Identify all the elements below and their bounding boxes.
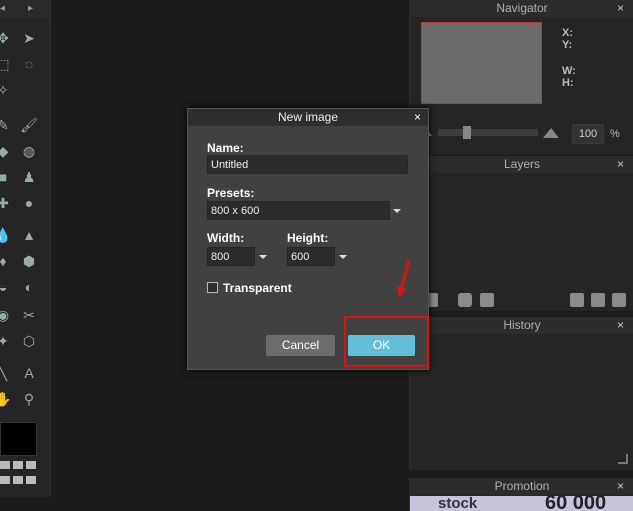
shape-tool-icon[interactable]: ⬡	[20, 332, 38, 350]
zoom-input[interactable]: 100	[572, 124, 604, 144]
dialog-close-icon[interactable]: ×	[414, 109, 421, 126]
promotion-close-icon[interactable]: ×	[617, 478, 624, 495]
highlight-box	[344, 316, 429, 367]
mode-icon[interactable]	[0, 476, 10, 484]
dodge-tool-icon[interactable]: ◒	[0, 278, 12, 296]
line-tool-icon[interactable]: ╲	[0, 364, 12, 382]
transparent-label: Transparent	[223, 281, 292, 295]
brush-tool-icon[interactable]: 🖌	[20, 116, 38, 134]
blur-tool-icon[interactable]: 💧	[0, 226, 12, 244]
presets-dropdown-icon[interactable]	[393, 209, 401, 213]
promotion-banner[interactable]: stock 60 000	[410, 496, 633, 511]
lasso-tool-icon[interactable]: ◌	[20, 55, 38, 73]
mode-icon[interactable]	[0, 461, 10, 469]
delete-layer-icon[interactable]	[591, 293, 605, 307]
colorize-tool-icon[interactable]: ◉	[0, 306, 12, 324]
drawing-tool-icon[interactable]: ✦	[0, 332, 12, 350]
resize-grip-icon[interactable]	[618, 454, 628, 464]
zoom-slider-thumb[interactable]	[463, 126, 471, 139]
mode-icon[interactable]	[26, 476, 36, 484]
nav-y-label: Y:	[562, 39, 573, 51]
transparent-checkbox[interactable]	[207, 282, 218, 293]
burn-tool-icon[interactable]: ◐	[20, 278, 38, 296]
width-label: Width:	[207, 231, 245, 245]
nav-w-label: W:	[562, 65, 576, 77]
liquify-tool-icon[interactable]: ✂	[20, 306, 38, 324]
history-panel: History ×	[409, 317, 633, 470]
layers-title: Layers	[503, 157, 541, 171]
collapse-left-icon[interactable]: ◂	[0, 3, 5, 14]
zoom-slider[interactable]	[438, 129, 538, 136]
hand-tool-icon[interactable]: ✋	[0, 390, 12, 408]
pencil-tool-icon[interactable]: ✎	[0, 116, 12, 134]
sharpen-tool-icon[interactable]: ▲	[20, 226, 38, 244]
annotation-arrow-icon	[397, 259, 411, 298]
zoom-in-icon[interactable]	[543, 128, 559, 138]
stamp-tool-icon[interactable]: ♟	[20, 168, 38, 186]
nav-x-label: X:	[562, 27, 573, 39]
layers-panel: Layers ×	[409, 156, 633, 311]
navigator-preview[interactable]	[421, 22, 542, 104]
width-dropdown-icon[interactable]	[259, 255, 267, 259]
width-input[interactable]: 800	[207, 247, 255, 266]
layers-close-icon[interactable]: ×	[617, 156, 624, 173]
navigator-title: Navigator	[496, 1, 548, 15]
navigator-header: Navigator ×	[410, 0, 633, 17]
navigator-panel: Navigator × X: Y: W: H: 100 %	[409, 0, 633, 155]
promotion-brand: stock	[438, 496, 478, 511]
marquee-tool-icon[interactable]: ⬚	[0, 55, 12, 73]
nav-h-label: H:	[562, 77, 574, 89]
smudge-tool-icon[interactable]: ♦	[0, 252, 12, 270]
height-dropdown-icon[interactable]	[339, 255, 347, 259]
height-label: Height:	[287, 231, 329, 245]
zoom-tool-icon[interactable]: ⚲	[20, 390, 38, 408]
promotion-number: 60 000	[545, 496, 607, 511]
mode-icon[interactable]	[13, 461, 23, 469]
sponge-tool-icon[interactable]: ●	[20, 194, 38, 212]
eraser-tool-icon[interactable]: ◆	[0, 142, 12, 160]
new-layer-icon[interactable]	[570, 293, 584, 307]
name-input[interactable]: Untitled	[207, 155, 408, 174]
pointer-tool-icon[interactable]: ➤	[20, 29, 38, 47]
name-label: Name:	[207, 141, 244, 155]
navigator-close-icon[interactable]: ×	[617, 0, 624, 17]
magic-wand-icon[interactable]: ✧	[0, 81, 12, 99]
collapse-right-icon[interactable]: ▸	[28, 3, 33, 14]
dialog-title: New image	[188, 109, 428, 126]
layer-effects-icon[interactable]	[480, 293, 494, 307]
promotion-title: Promotion	[494, 479, 550, 493]
bucket-tool-icon[interactable]: ◍	[20, 142, 38, 160]
presets-label: Presets:	[207, 186, 255, 200]
history-header: History ×	[410, 317, 633, 334]
layers-header: Layers ×	[410, 156, 633, 173]
color-swatch[interactable]	[0, 422, 37, 456]
heal-tool-icon[interactable]: ✚	[0, 194, 12, 212]
cancel-button[interactable]: Cancel	[266, 335, 335, 356]
mode-icon[interactable]	[13, 476, 23, 484]
red-eye-tool-icon[interactable]: ⬢	[20, 252, 38, 270]
layer-mask-icon[interactable]	[458, 293, 472, 307]
text-tool-icon[interactable]: A	[20, 364, 38, 382]
zoom-unit: %	[610, 128, 620, 140]
history-title: History	[503, 318, 541, 332]
tools-panel: ◂ ▸ ✥ ➤ ⬚ ◌ ✧ ✎ 🖌 ◆ ◍ ■ ♟ ✚ ● 💧 ▲ ♦ ⬢ ◒ …	[0, 0, 51, 497]
promotion-panel: Promotion × stock 60 000	[409, 478, 633, 511]
presets-select[interactable]: 800 x 600	[207, 201, 390, 220]
promotion-header: Promotion ×	[410, 478, 633, 495]
tools-panel-header: ◂ ▸	[0, 0, 50, 18]
height-input[interactable]: 600	[287, 247, 335, 266]
gradient-tool-icon[interactable]: ■	[0, 168, 12, 186]
move-tool-icon[interactable]: ✥	[0, 29, 12, 47]
history-close-icon[interactable]: ×	[617, 317, 624, 334]
layer-menu-icon[interactable]	[612, 293, 626, 307]
mode-icon[interactable]	[26, 461, 36, 469]
